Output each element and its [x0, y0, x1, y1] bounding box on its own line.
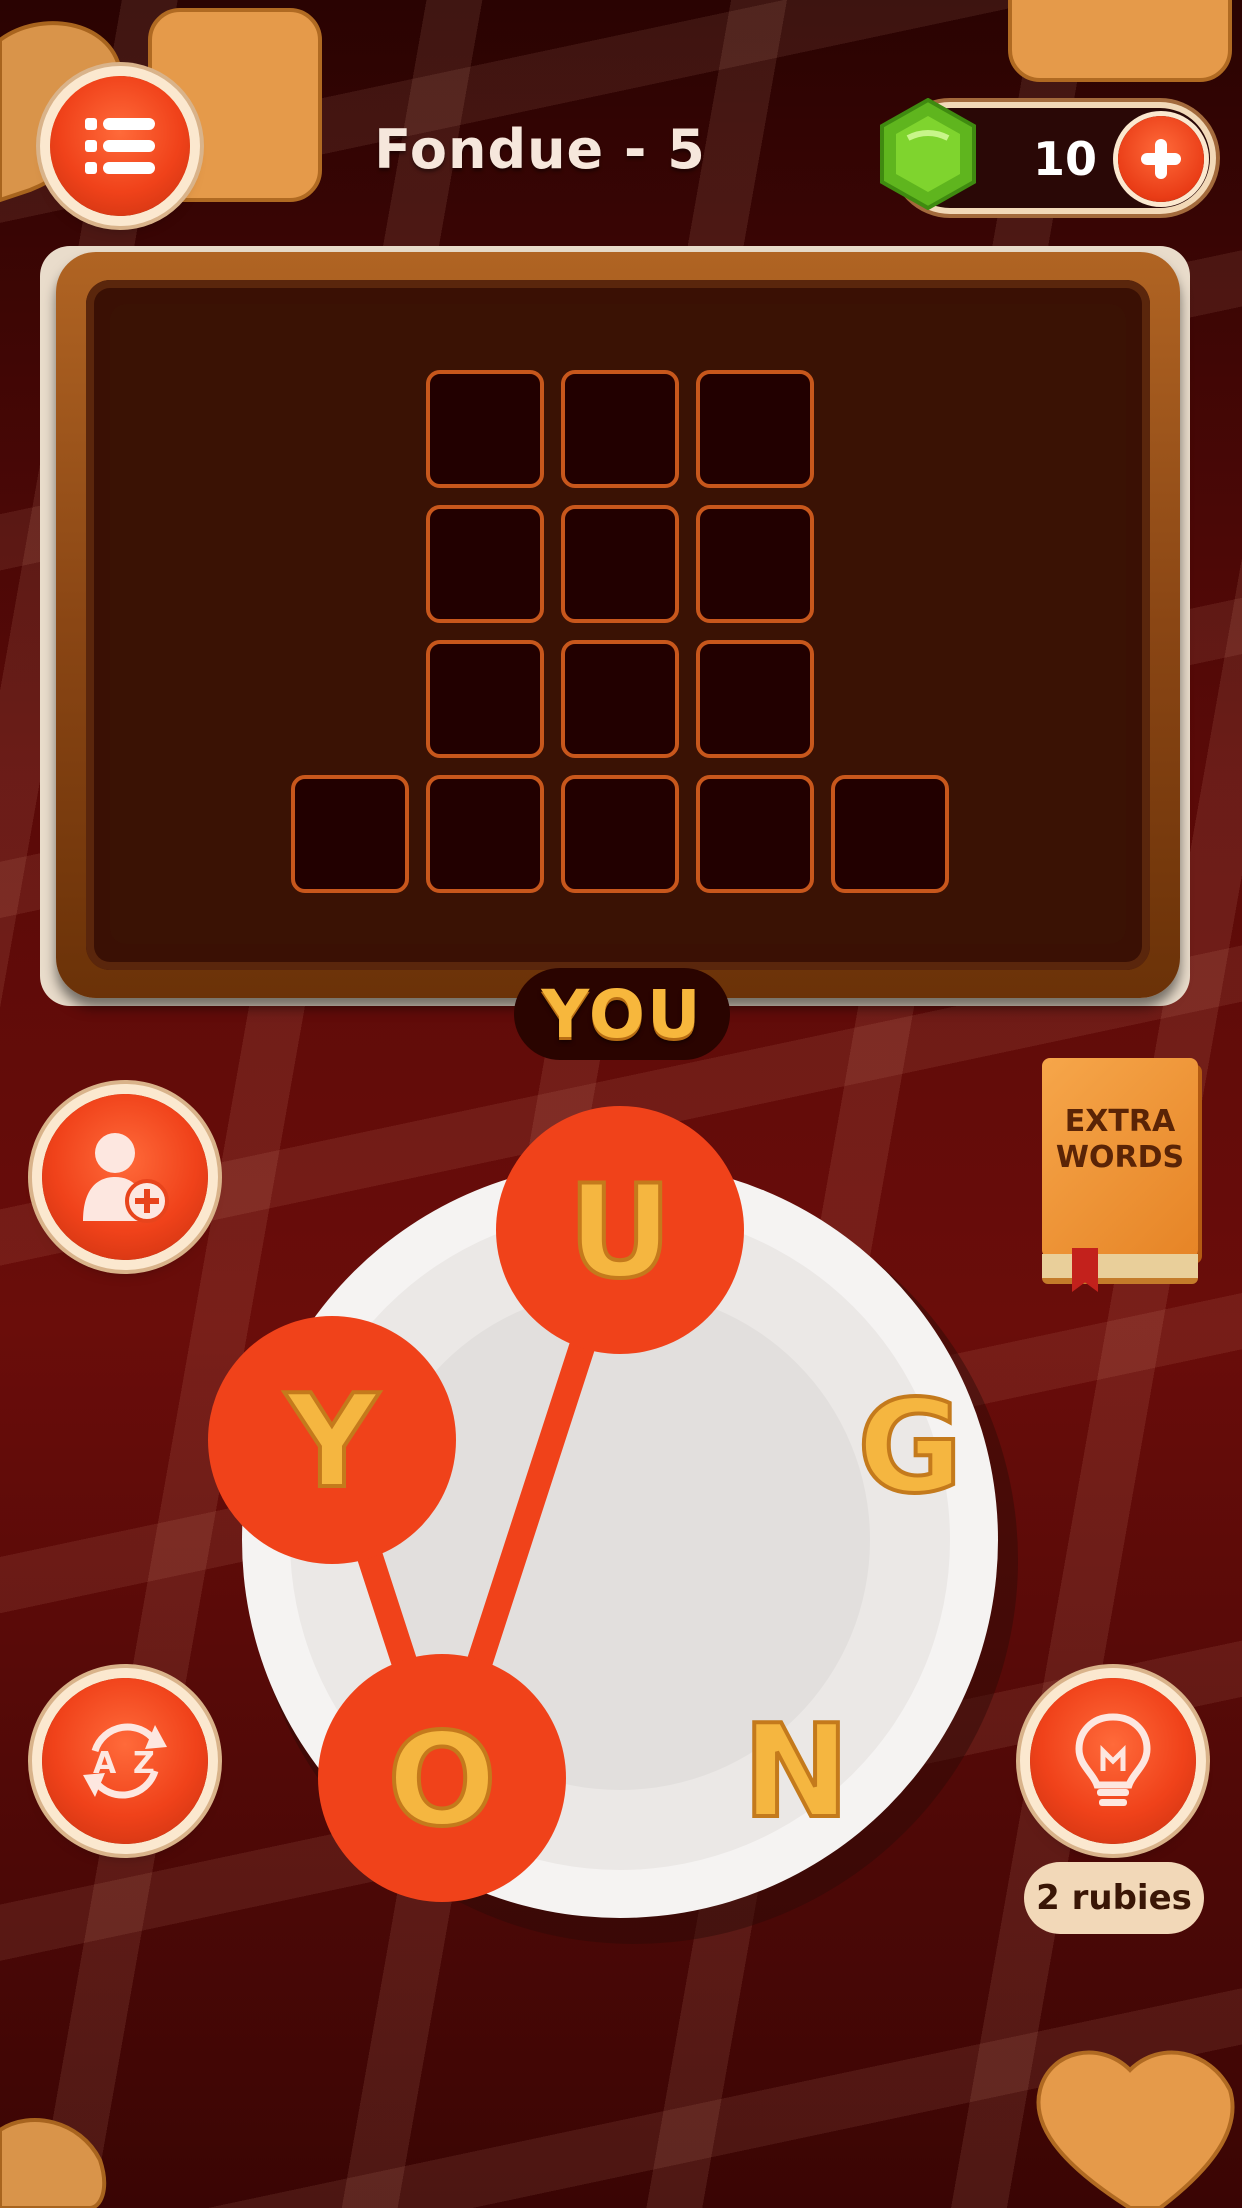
letter-wheel: U G N O Y: [208, 1106, 1018, 1944]
letter-tile-u[interactable]: U: [496, 1106, 744, 1354]
letter-u: U: [568, 1158, 672, 1307]
letter-g: G: [857, 1373, 962, 1522]
letter-o: O: [388, 1706, 497, 1855]
letter-tile-y[interactable]: Y: [208, 1316, 456, 1564]
letter-y: Y: [284, 1368, 380, 1517]
letter-n: N: [742, 1698, 849, 1847]
letter-tile-n[interactable]: N: [740, 1696, 851, 1849]
letter-tile-g[interactable]: G: [855, 1371, 964, 1524]
letter-tile-o[interactable]: O: [318, 1654, 566, 1902]
